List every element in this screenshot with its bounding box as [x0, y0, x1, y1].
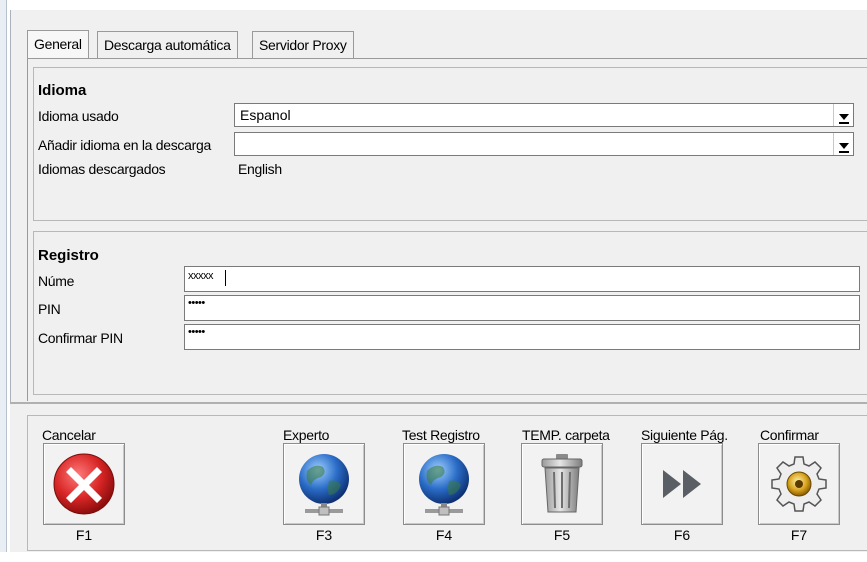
experto-button[interactable] — [283, 443, 365, 525]
tab-servidor-proxy[interactable]: Servidor Proxy — [252, 31, 354, 58]
experto-label: Experto — [283, 427, 330, 443]
f7-key-label: F7 — [790, 527, 808, 543]
nombre-label: Núme — [38, 273, 75, 289]
confirmar-pin-label: Confirmar PIN — [38, 330, 123, 346]
tab-panel-general: Idioma Idioma usado Espanol Añadir idiom… — [27, 58, 867, 401]
pin-value: ••••• — [188, 297, 205, 309]
temp-carpeta-button[interactable] — [521, 443, 603, 525]
nombre-input[interactable]: xxxxx — [184, 266, 860, 292]
cancelar-button[interactable] — [43, 443, 125, 525]
chevron-down-icon[interactable] — [833, 104, 853, 126]
anadir-idioma-select[interactable] — [234, 132, 854, 156]
chevron-down-icon[interactable] — [833, 133, 853, 155]
idioma-usado-label: Idioma usado — [38, 108, 119, 124]
idioma-group: Idioma Idioma usado Espanol Añadir idiom… — [33, 67, 867, 221]
nombre-value: xxxxx — [188, 270, 214, 282]
globe-network-icon — [419, 454, 469, 516]
bottom-margin — [0, 552, 867, 562]
gear-icon — [771, 456, 827, 512]
temp-carpeta-label: TEMP. carpeta — [522, 427, 610, 443]
registro-title: Registro — [38, 247, 99, 264]
idiomas-descargados-value: English — [238, 161, 282, 177]
pin-input[interactable]: ••••• — [184, 295, 860, 321]
idioma-usado-value: Espanol — [240, 107, 291, 123]
idioma-usado-select[interactable]: Espanol — [234, 103, 854, 127]
f5-key-label: F5 — [553, 527, 571, 543]
window-edge — [0, 0, 7, 562]
f1-key-label: F1 — [75, 527, 93, 543]
fast-forward-icon — [663, 470, 701, 498]
f4-key-label: F4 — [435, 527, 453, 543]
confirmar-pin-input[interactable]: ••••• — [184, 324, 860, 350]
text-caret — [225, 270, 226, 286]
siguiente-pag-button[interactable] — [641, 443, 723, 525]
registro-group: Registro Núme xxxxx PIN ••••• Confirmar … — [33, 231, 867, 395]
idiomas-descargados-label: Idiomas descargados — [38, 161, 166, 177]
cancel-icon — [53, 453, 115, 515]
confirmar-pin-value: ••••• — [188, 326, 205, 338]
test-registro-button[interactable] — [403, 443, 485, 525]
trash-icon — [541, 454, 583, 513]
globe-network-icon — [299, 454, 349, 516]
anadir-idioma-label: Añadir idioma en la descarga — [38, 137, 211, 153]
idioma-title: Idioma — [38, 82, 87, 99]
tab-descarga-automatica[interactable]: Descarga automática — [97, 31, 238, 58]
confirmar-button[interactable] — [758, 443, 840, 525]
confirmar-label: Confirmar — [760, 427, 819, 443]
siguiente-pag-label: Siguiente Pág. — [641, 427, 728, 443]
title-strip — [10, 0, 867, 10]
cancelar-label: Cancelar — [42, 427, 96, 443]
test-registro-label: Test Registro — [402, 427, 480, 443]
f6-key-label: F6 — [673, 527, 691, 543]
f3-key-label: F3 — [315, 527, 333, 543]
tab-general[interactable]: General — [27, 30, 89, 59]
pin-label: PIN — [38, 301, 61, 317]
